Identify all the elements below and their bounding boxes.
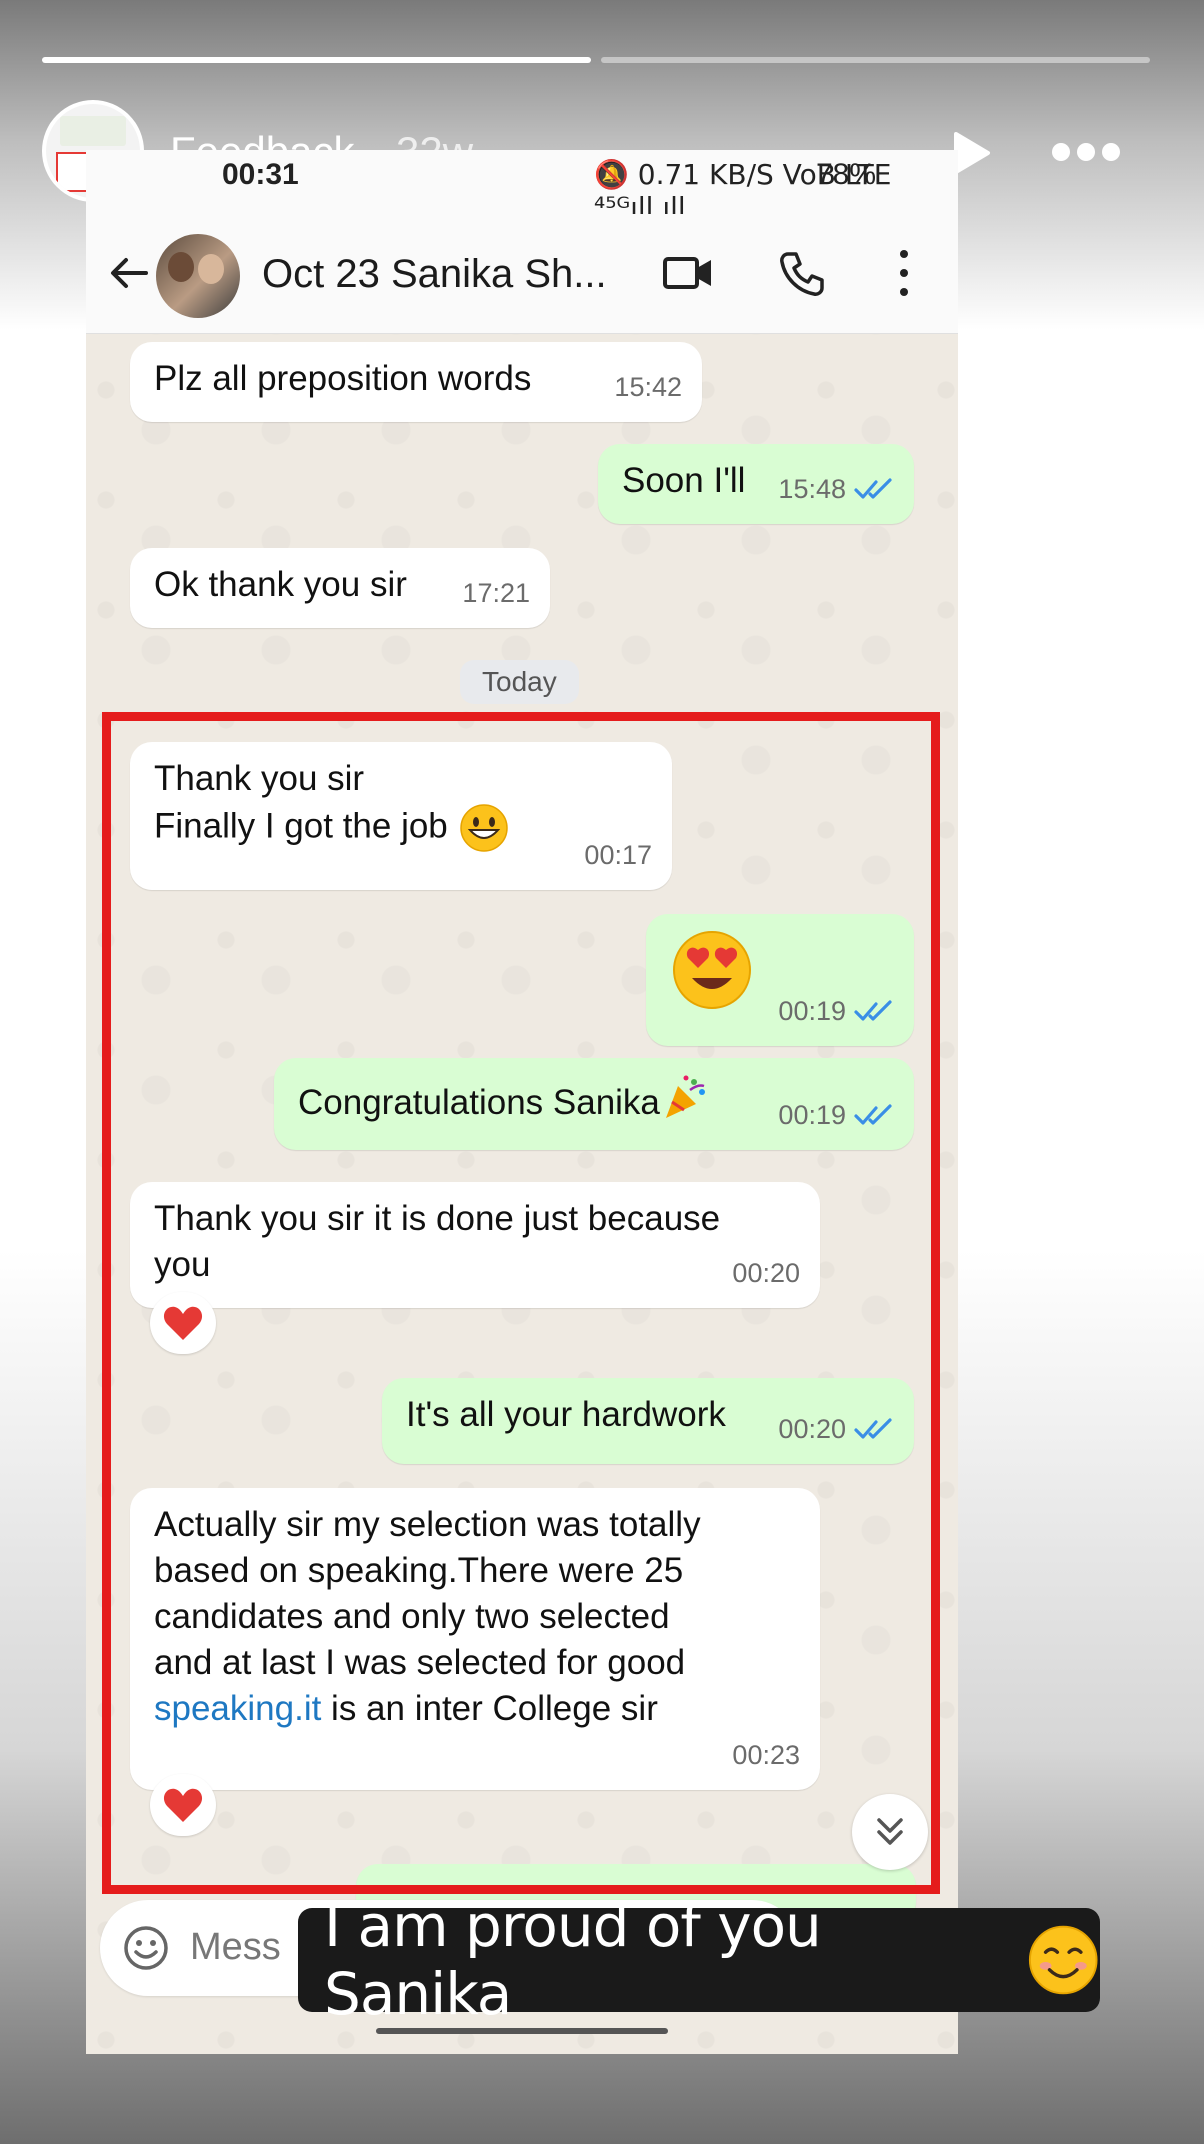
message-time: 15:42: [614, 372, 682, 402]
back-arrow-icon[interactable]: [106, 250, 152, 296]
message-text: Plz all preposition words: [154, 359, 532, 398]
highlight-frame: [102, 712, 940, 1894]
message-meta: 17:21: [462, 570, 530, 616]
smiling-face-icon: [1028, 1925, 1098, 1995]
message-outgoing[interactable]: Soon I'll 15:48: [598, 444, 914, 524]
battery-level: 78%: [816, 158, 877, 191]
message-incoming[interactable]: Ok thank you sir 17:21: [130, 548, 550, 628]
story-progress-segment: [601, 57, 1150, 63]
story-progress-segment-done: [42, 57, 591, 63]
emoji-icon[interactable]: [122, 1924, 170, 1972]
voice-call-icon[interactable]: [778, 250, 826, 298]
contact-name[interactable]: Oct 23 Sanika Sh...: [262, 252, 607, 297]
more-options-icon[interactable]: [1052, 138, 1120, 166]
chat-screenshot: 00:31 🔕 0.71 KB/S VoB LTE ⁴⁵ᴳıll ıll 78%…: [86, 150, 958, 2054]
story-progress-bar: [42, 57, 1150, 63]
status-time: 00:31: [222, 158, 299, 191]
video-call-icon[interactable]: [662, 250, 714, 296]
message-time: 15:48: [778, 474, 846, 504]
message-input-placeholder: Mess: [190, 1926, 281, 1968]
home-indicator: [376, 2028, 668, 2034]
story-caption: I am proud of you Sanika: [298, 1892, 1100, 2028]
message-meta: 15:42: [614, 364, 682, 410]
chat-menu-icon[interactable]: [894, 250, 914, 296]
message-time: 17:21: [462, 578, 530, 608]
message-meta: 15:48: [778, 466, 894, 512]
read-ticks-icon: [854, 478, 892, 499]
chat-app-bar: Oct 23 Sanika Sh...: [86, 214, 958, 334]
message-incoming[interactable]: Plz all preposition words 15:42: [130, 342, 702, 422]
phone-status-bar: 00:31 🔕 0.71 KB/S VoB LTE ⁴⁵ᴳıll ıll 78%: [86, 150, 958, 224]
caption-text: I am proud of you Sanika: [324, 1892, 822, 2028]
contact-avatar[interactable]: [156, 234, 240, 318]
date-separator: Today: [460, 660, 579, 704]
